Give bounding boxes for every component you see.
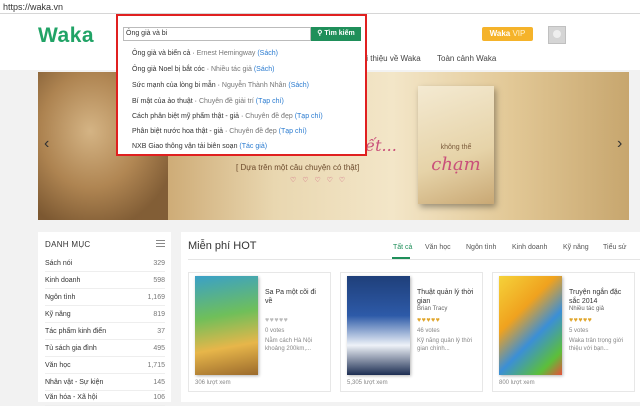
banner-book-title: chạm [431,154,481,175]
free-hot-section: Miễn phí HOT Tất cả Văn học Ngôn tình Ki… [181,232,640,402]
book-description: Waka trân trọng giới thiệu với bạn... [569,338,624,352]
read-count: 5,305 lượt xem [347,380,388,386]
book-description: Nằm cách Hà Nội khoảng 200km,... [265,338,313,352]
suggestion-item[interactable]: Phân biệt nước hoa thật - giả · Chuyên đ… [132,128,307,135]
suggestion-item[interactable]: Cách phân biệt mỹ phẩm thật - giả · Chuy… [132,113,323,120]
banner-book-cover: không thể chạm [418,86,494,204]
read-count: 306 lượt xem [195,380,231,386]
waka-vip-button[interactable]: Waka VIP [482,27,533,41]
tab-skills[interactable]: Kỹ năng [563,244,589,251]
category-sidebar: DANH MỤC Sách nói 329 Kinh doanh 598 Ngôn … [38,232,171,406]
book-cover-time-management[interactable] [347,276,410,375]
suggestion-item[interactable]: Ông già và biển cả · Ernest Hemingway (S… [132,50,278,57]
banner-hearts: ♡ ♡ ♡ ♡ ♡ [290,177,348,184]
sidebar-item[interactable]: Nhân vật - Sự kiện 145 [45,375,165,391]
book-title[interactable]: Sa Pa một cõi đi về [265,288,325,306]
book-card[interactable]: Truyện ngắn đặc sắc 2014 Nhiều tác giả ♥… [492,272,635,392]
sidebar-item[interactable]: Tủ sách gia đình 495 [45,341,165,357]
vote-count: 0 votes [265,328,285,334]
sidebar-item[interactable]: Văn hóa - Xã hội 106 [45,390,165,406]
banner-prev-arrow-icon[interactable]: ‹ [44,135,49,153]
search-button-label: Tìm kiếm [324,30,355,37]
rating-stars: ♥♥♥♥♥ [569,317,593,324]
sidebar-item[interactable]: Kỹ năng 819 [45,307,165,323]
menu-icon[interactable] [156,240,165,247]
tab-business[interactable]: Kinh doanh [512,244,547,251]
vote-count: 46 votes [417,328,440,334]
search-button[interactable]: ⚲ Tìm kiếm [311,27,361,41]
book-author: Brian Tracy [417,306,448,312]
book-card[interactable]: Sa Pa một cõi đi về ♥♥♥♥♥ 0 votes Nằm cá… [188,272,331,392]
search-icon: ⚲ [317,30,323,37]
search-suggestion-popup: Ông già và bi ⚲ Tìm kiếm Ông già và biển… [116,14,367,156]
banner-next-arrow-icon[interactable]: › [617,135,622,153]
sidebar-item[interactable]: Sách nói 329 [45,256,165,272]
sidebar-title: DANH MỤC [45,240,91,249]
tab-all[interactable]: Tất cả [393,244,412,251]
rating-stars: ♥♥♥♥♥ [265,317,289,324]
sidebar-item[interactable]: Văn học 1,715 [45,358,165,374]
suggestion-item[interactable]: Bí mật của ảo thuật · Chuyên đề giải trí… [132,98,284,105]
user-avatar[interactable] [548,26,566,44]
url-text: https://waka.vn [3,2,64,12]
read-count: 800 lượt xem [499,380,535,386]
sidebar-item[interactable]: Kinh doanh 598 [45,273,165,289]
suggestion-item[interactable]: Ông già Noel bị bắt cóc · Nhiều tác giả … [132,66,274,73]
search-input[interactable]: Ông già và bi [123,27,311,41]
tab-literature[interactable]: Văn học [425,244,451,251]
book-title[interactable]: Truyện ngắn đặc sắc 2014 [569,288,629,306]
section-title: Miễn phí HOT [188,240,257,252]
sidebar-item[interactable]: Ngôn tình 1,169 [45,290,165,306]
banner-book-subtitle: không thể [440,144,472,151]
book-description: Kỹ năng quản lý thời gian chính... [417,338,472,352]
sidebar-item[interactable]: Tác phẩm kinh điển 37 [45,324,165,340]
tab-romance[interactable]: Ngôn tình [466,244,496,251]
banner-tagline: [ Dựa trên một câu chuyện có thật] [236,163,360,172]
book-title[interactable]: Thuật quản lý thời gian [417,288,477,306]
nav-waka-overview[interactable]: Toàn cảnh Waka [437,54,496,63]
waka-logo[interactable]: Waka [38,24,94,48]
suggestion-item[interactable]: NXB Giao thông vận tải biên soạn (Tác gi… [132,143,267,150]
book-author: Nhiều tác giả [569,306,605,312]
rating-stars: ♥♥♥♥♥ [417,317,441,324]
vip-label: VIP [512,29,526,38]
address-bar[interactable]: https://waka.vn [0,0,640,14]
book-cover-sapa[interactable] [195,276,258,375]
book-cover-short-stories-2014[interactable] [499,276,562,375]
tab-biography[interactable]: Tiểu sử [603,244,627,251]
vip-waka-text: Waka [489,29,511,38]
book-card[interactable]: Thuật quản lý thời gian Brian Tracy ♥♥♥♥… [340,272,483,392]
vote-count: 5 votes [569,328,589,334]
suggestion-item[interactable]: Sức mạnh của lòng bi mẫn · Nguyễn Thành … [132,82,309,89]
tab-divider [188,259,640,260]
